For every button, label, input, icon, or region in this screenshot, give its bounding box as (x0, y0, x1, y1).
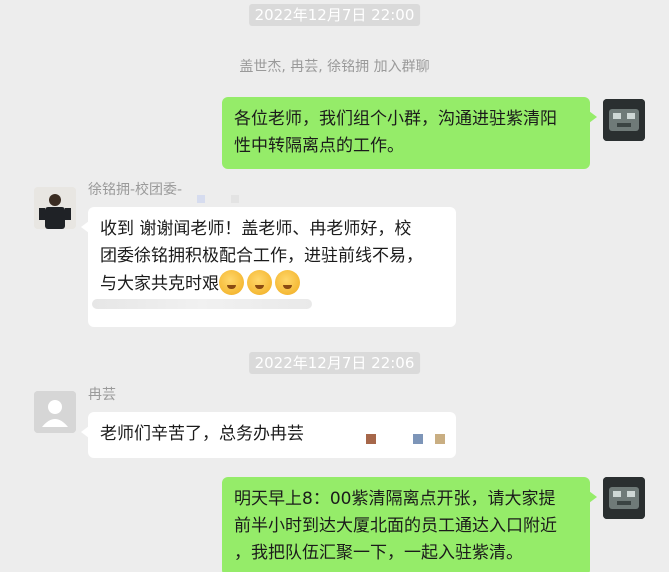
sculpture-avatar-icon (603, 477, 645, 519)
redaction-mark (366, 434, 376, 444)
message-bubble-incoming[interactable]: 老师们辛苦了，总务办冉芸 (81, 412, 456, 458)
message-line: 前半小时到达大厦北面的员工通达入口附近 (234, 516, 557, 536)
self-avatar[interactable] (603, 477, 645, 519)
person-photo-icon (34, 187, 76, 229)
sender-name: 徐铭拥-校团委- (88, 182, 183, 198)
grimacing-face-emoji (247, 270, 272, 295)
message-bubble-outgoing[interactable]: 各位老师，我们组个小群，沟通进驻紫清阳 性中转隔离点的工作。 (222, 97, 597, 169)
message-text: 与大家共克时艰 (100, 274, 219, 294)
avatar[interactable] (34, 391, 76, 433)
grimacing-face-emoji (275, 270, 300, 295)
system-notice: 盖世杰, 冉芸, 徐铭拥 加入群聊 (239, 59, 430, 75)
message-line: 老师们辛苦了，总务办冉芸 (100, 424, 304, 444)
message-bubble-outgoing[interactable]: 明天早上8：00紫清隔离点开张，请大家提 前半小时到达大厦北面的员工通达入口附近… (222, 477, 597, 572)
message-line: ，我把队伍汇聚一下，一起入驻紫清。 (234, 543, 523, 563)
self-avatar[interactable] (603, 99, 645, 141)
avatar[interactable] (34, 187, 76, 229)
message-line: 团委徐铭拥积极配合工作，进驻前线不易， (100, 246, 423, 266)
message-line: 与大家共克时艰 (100, 270, 444, 298)
redaction-mark (413, 434, 423, 444)
message-line: 各位老师，我们组个小群，沟通进驻紫清阳 (234, 109, 557, 129)
timestamp: 2022年12月7日 22:06 (248, 352, 421, 374)
grimacing-face-emoji (219, 270, 244, 295)
sculpture-avatar-icon (603, 99, 645, 141)
message-line: 性中转隔离点的工作。 (234, 136, 404, 156)
redaction-mark (435, 434, 445, 444)
message-line: 收到 谢谢闻老师！盖老师、冉老师好，校 (100, 219, 412, 239)
message-line: 明天早上8：00紫清隔离点开张，请大家提 (234, 489, 556, 509)
blurred-area (92, 299, 312, 309)
redaction-mark (197, 195, 205, 203)
sender-name: 冉芸 (88, 387, 116, 403)
redaction-mark (231, 195, 239, 203)
message-bubble-incoming[interactable]: 收到 谢谢闻老师！盖老师、冉老师好，校 团委徐铭拥积极配合工作，进驻前线不易， … (81, 207, 456, 327)
timestamp: 2022年12月7日 22:00 (248, 4, 421, 26)
default-user-icon (34, 391, 76, 433)
